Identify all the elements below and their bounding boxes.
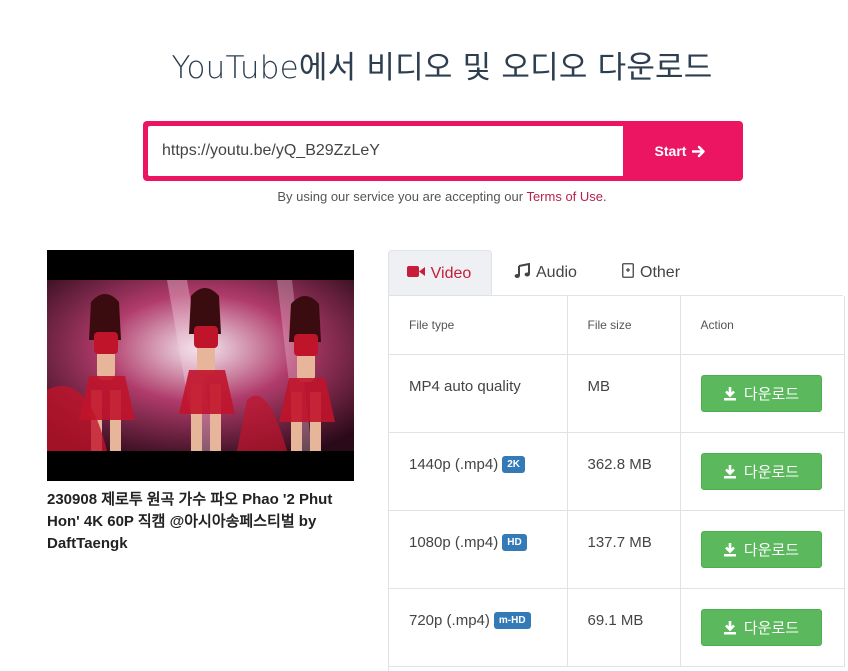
terms-prefix: By using our service you are accepting o… — [277, 189, 527, 204]
tab-other-label: Other — [640, 264, 681, 281]
url-input[interactable] — [148, 126, 623, 176]
page-title: YouTube에서 비디오 및 오디오 다운로드 — [171, 50, 713, 86]
video-thumbnail[interactable] — [47, 250, 354, 481]
action-cell: 다운로드 — [680, 510, 845, 589]
start-button-label: Start — [654, 143, 687, 159]
download-table: File type File size Action MP4 auto qual… — [388, 295, 845, 671]
download-button-label: 다운로드 — [743, 462, 800, 481]
download-icon — [723, 620, 737, 635]
download-button[interactable]: 다운로드 — [700, 452, 822, 490]
file-type-cell: 720p (.mp4) m-HD — [389, 588, 568, 667]
header-file-type: File type — [389, 296, 568, 355]
file-type: 1440p (.mp4) — [409, 455, 499, 473]
table-row: MP4 auto quality MB 다운로드 — [389, 354, 845, 433]
file-type: MP4 auto quality — [409, 377, 521, 395]
action-cell: 다운로드 — [680, 354, 845, 433]
download-button-label: 다운로드 — [743, 618, 800, 637]
table-row: 1080p (.mp4) HD 137.7 MB 다운로드 — [389, 510, 845, 589]
file-type: 720p (.mp4) — [409, 611, 490, 629]
tab-audio[interactable]: Audio — [514, 250, 577, 296]
file-type: 1080p (.mp4) — [409, 533, 499, 551]
terms-suffix: . — [603, 189, 607, 204]
action-cell: 다운로드 — [680, 432, 845, 511]
header-action: Action — [680, 296, 845, 355]
file-size: MB — [567, 354, 681, 433]
arrow-right-icon — [692, 145, 706, 158]
quality-badge: 2K — [502, 455, 526, 473]
file-type-cell: 1440p (.mp4) 2K — [389, 432, 568, 511]
file-size: 69.1 MB — [567, 588, 681, 667]
quality-badge: m-HD — [493, 611, 531, 629]
file-size: 137.7 MB — [567, 510, 681, 589]
file-type-cell: 1080p (.mp4) HD — [389, 510, 568, 589]
start-button[interactable]: Start — [623, 126, 738, 176]
video-title: 230908 제로투 원곡 가수 파오 Phao '2 Phut Hon' 4K… — [47, 491, 333, 552]
tab-other[interactable]: Other — [622, 250, 680, 296]
download-button-label: 다운로드 — [743, 384, 800, 403]
video-camera-icon — [406, 265, 425, 283]
terms-notice: By using our service you are accepting o… — [0, 189, 848, 204]
file-type-cell: MP4 auto quality — [389, 354, 568, 433]
download-button[interactable]: 다운로드 — [700, 530, 822, 568]
download-button[interactable]: 다운로드 — [700, 374, 822, 412]
thumbnail-image — [47, 280, 354, 451]
tab-video[interactable]: Video — [388, 250, 492, 296]
header-file-size: File size — [567, 296, 681, 355]
terms-of-use-link[interactable]: Terms of Use — [526, 189, 603, 204]
tab-video-label: Video — [430, 264, 472, 282]
table-row: 720p (.mp4) m-HD 69.1 MB 다운로드 — [389, 588, 845, 667]
download-icon — [723, 464, 737, 479]
file-size: 362.8 MB — [567, 432, 681, 511]
format-tabs: Video Audio Other — [388, 250, 843, 296]
download-button[interactable]: 다운로드 — [700, 608, 822, 646]
quality-badge: HD — [502, 533, 527, 551]
music-note-icon — [514, 262, 530, 284]
file-icon — [622, 263, 634, 283]
download-button-label: 다운로드 — [743, 540, 800, 559]
search-form: Start — [143, 121, 743, 181]
table-row: 1440p (.mp4) 2K 362.8 MB 다운로드 — [389, 432, 845, 511]
download-icon — [723, 386, 737, 401]
download-icon — [723, 542, 737, 557]
action-cell: 다운로드 — [680, 588, 845, 667]
tab-audio-label: Audio — [536, 264, 577, 281]
